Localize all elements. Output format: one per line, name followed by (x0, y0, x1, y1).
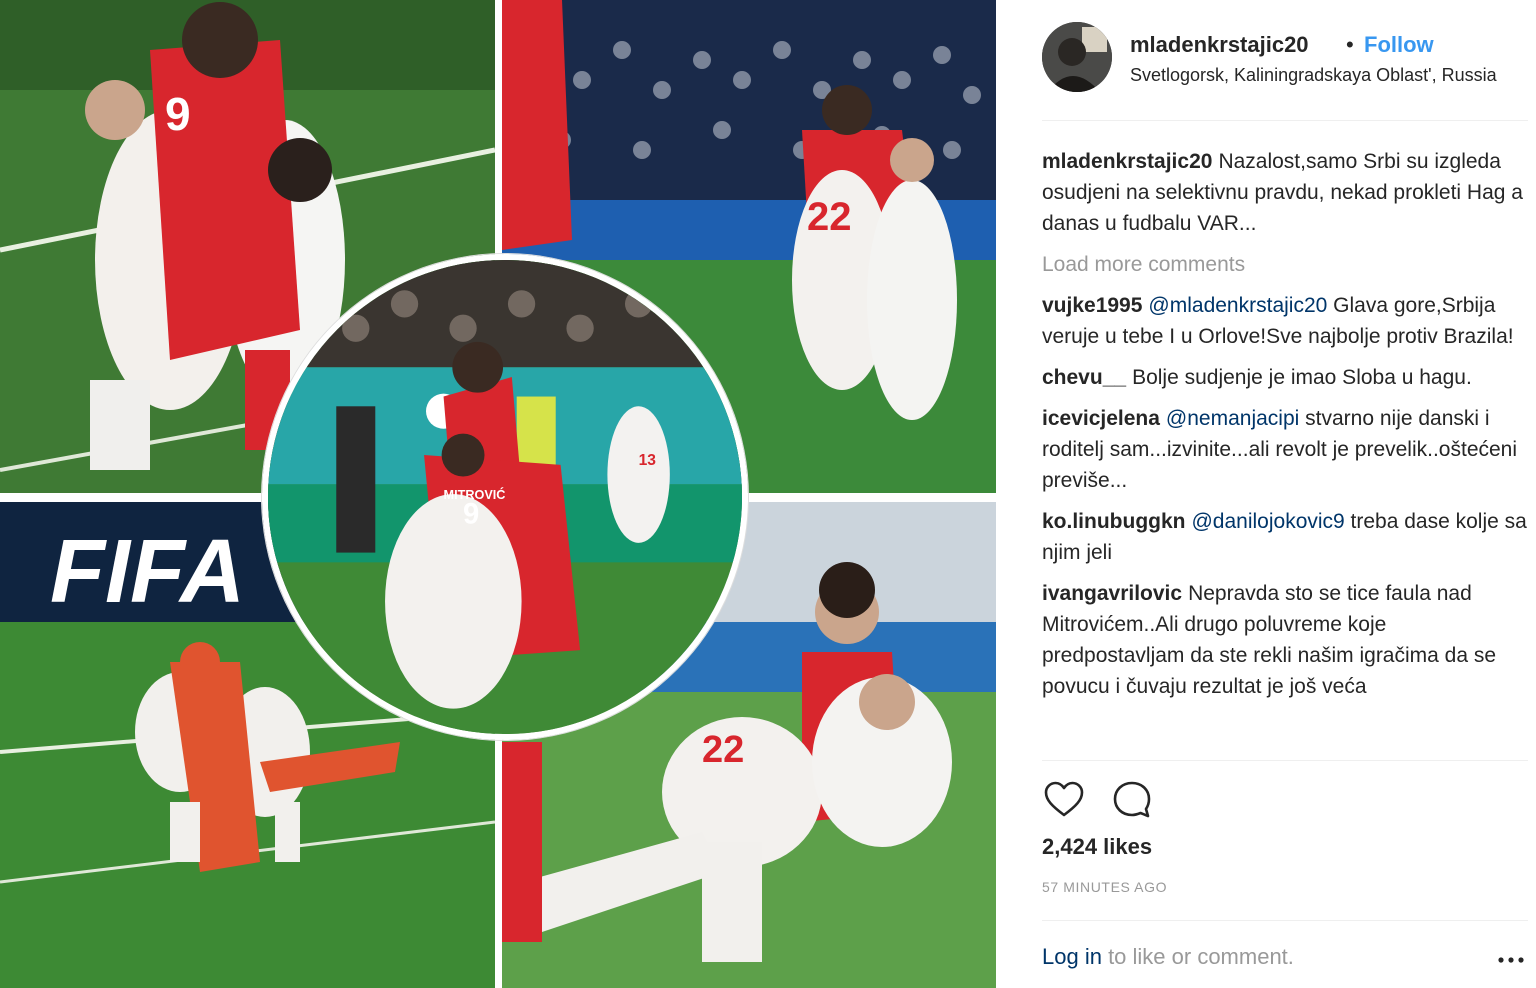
post-photo-collage[interactable]: 9 22 FIFA 22 MITROVIĆ 9 13 (0, 0, 1000, 988)
list-item: vujke1995 @mladenkrstajic20 Glava gore,Sr… (1042, 290, 1528, 352)
login-prompt: Log in to like or comment. (1042, 944, 1294, 970)
login-link[interactable]: Log in (1042, 944, 1102, 969)
comment-mention[interactable]: @danilojokovic9 (1191, 510, 1344, 533)
load-more-comments-button[interactable]: Load more comments (1042, 249, 1528, 280)
comment-username[interactable]: ivangavrilovic (1042, 582, 1182, 605)
comment-username[interactable]: ko.linubuggkn (1042, 510, 1185, 533)
photo-jersey-number: 13 (639, 452, 657, 469)
photo-center-circle: MITROVIĆ 9 13 (262, 254, 748, 740)
likes-count[interactable]: 2,424 likes (1042, 834, 1152, 860)
post-actions (1042, 778, 1242, 822)
comment-username[interactable]: vujke1995 (1042, 294, 1142, 317)
comment-mention[interactable]: @mladenkrstajic20 (1148, 294, 1327, 317)
author-avatar[interactable] (1042, 22, 1112, 92)
caption: mladenkrstajic20 Nazalost,samo Srbi su iz… (1042, 146, 1528, 239)
list-item: ivangavrilovic Nepravda sto se tice faula… (1042, 578, 1528, 702)
follow-button[interactable]: Follow (1364, 32, 1434, 58)
comment-username[interactable]: icevicjelena (1042, 407, 1160, 430)
comments-list: mladenkrstajic20 Nazalost,samo Srbi su iz… (1042, 146, 1528, 712)
post-sidebar: mladenkrstajic20 • Follow Svetlogorsk, K… (1000, 0, 1536, 988)
list-item: ko.linubuggkn @danilojokovic9 treba dase … (1042, 506, 1528, 568)
comment-mention[interactable]: @nemanjacipi (1166, 407, 1299, 430)
header-separator: • (1346, 32, 1354, 57)
comment-text: Bolje sudjenje je imao Sloba u hagu. (1132, 366, 1472, 389)
post-location[interactable]: Svetlogorsk, Kaliningradskaya Oblast', R… (1130, 65, 1497, 86)
comment-bubble-icon[interactable] (1110, 778, 1154, 822)
ellipsis-icon[interactable] (1496, 948, 1526, 972)
login-prompt-text: to like or comment. (1101, 944, 1294, 969)
photo-jersey-number: 9 (463, 498, 479, 530)
comments-divider (1042, 760, 1528, 761)
photo-jersey-number: 22 (702, 729, 744, 771)
heart-icon[interactable] (1042, 778, 1086, 822)
photo-jersey-number: 9 (165, 88, 191, 140)
header-divider (1042, 120, 1528, 121)
photo-jersey-number: 22 (807, 195, 852, 239)
list-item: icevicjelena @nemanjacipi stvarno nije da… (1042, 403, 1528, 496)
caption-username[interactable]: mladenkrstajic20 (1042, 150, 1212, 173)
list-item: chevu__ Bolje sudjenje je imao Sloba u ha… (1042, 362, 1528, 393)
photo-banner-text: FIFA (50, 522, 245, 622)
footer-divider (1042, 920, 1528, 921)
author-username[interactable]: mladenkrstajic20 (1130, 32, 1309, 58)
post-timestamp: 57 MINUTES AGO (1042, 879, 1168, 895)
post-header: mladenkrstajic20 • Follow Svetlogorsk, K… (1042, 22, 1536, 96)
comment-username[interactable]: chevu__ (1042, 366, 1126, 389)
